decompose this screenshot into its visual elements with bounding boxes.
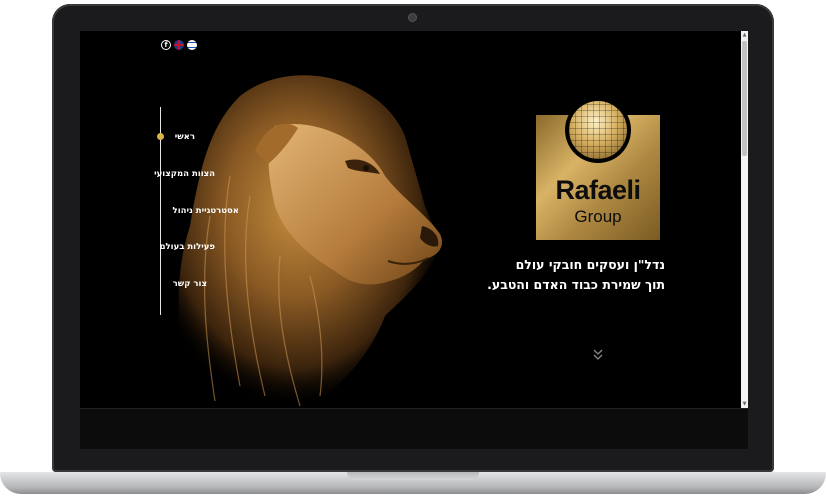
laptop-base-notch xyxy=(347,472,479,480)
nav-item-worldwide[interactable]: פעילות בעולם xyxy=(160,242,215,252)
facebook-icon[interactable]: f xyxy=(161,40,171,50)
social-language-bar: f xyxy=(161,40,197,50)
nav-item-contact[interactable]: צור קשר xyxy=(173,279,207,289)
chevron-double-down-icon[interactable] xyxy=(592,348,604,362)
hero-tagline: נדל"ן ועסקים חובקי עולם תוך שמירת כבוד ה… xyxy=(460,255,665,295)
nav-item-home[interactable]: ראשי xyxy=(175,132,195,142)
disco-ball-icon xyxy=(569,101,627,159)
tagline-line-2: תוך שמירת כבוד האדם והטבע. xyxy=(487,277,665,292)
nav-item-team[interactable]: הצוות המקצועי xyxy=(154,169,215,179)
logo-subtitle: Group xyxy=(574,207,622,226)
tagline-line-1: נדל"ן ועסקים חובקי עולם xyxy=(515,257,665,272)
rafaeli-group-logo[interactable]: Rafaeli Group xyxy=(536,97,660,240)
screen-bottom-bezel xyxy=(80,408,748,449)
nav-item-strategy[interactable]: אסטרטגיית ניהול xyxy=(173,206,239,216)
uk-flag-icon[interactable] xyxy=(174,40,184,50)
nav-active-indicator xyxy=(157,133,164,140)
scroll-up-arrow-icon[interactable]: ▲ xyxy=(741,31,748,39)
vertical-scrollbar[interactable]: ▲ ▼ xyxy=(741,31,748,408)
scroll-down-arrow-icon[interactable]: ▼ xyxy=(741,400,748,408)
israel-flag-icon[interactable] xyxy=(187,40,197,50)
website-screen: f ראשי הצוות המקצועי אסטרטגיית ניהול פעי… xyxy=(80,31,748,408)
lion-image xyxy=(178,75,443,408)
camera-icon xyxy=(408,13,417,22)
logo-title: Rafaeli xyxy=(555,175,641,205)
scrollbar-thumb[interactable] xyxy=(742,41,747,156)
